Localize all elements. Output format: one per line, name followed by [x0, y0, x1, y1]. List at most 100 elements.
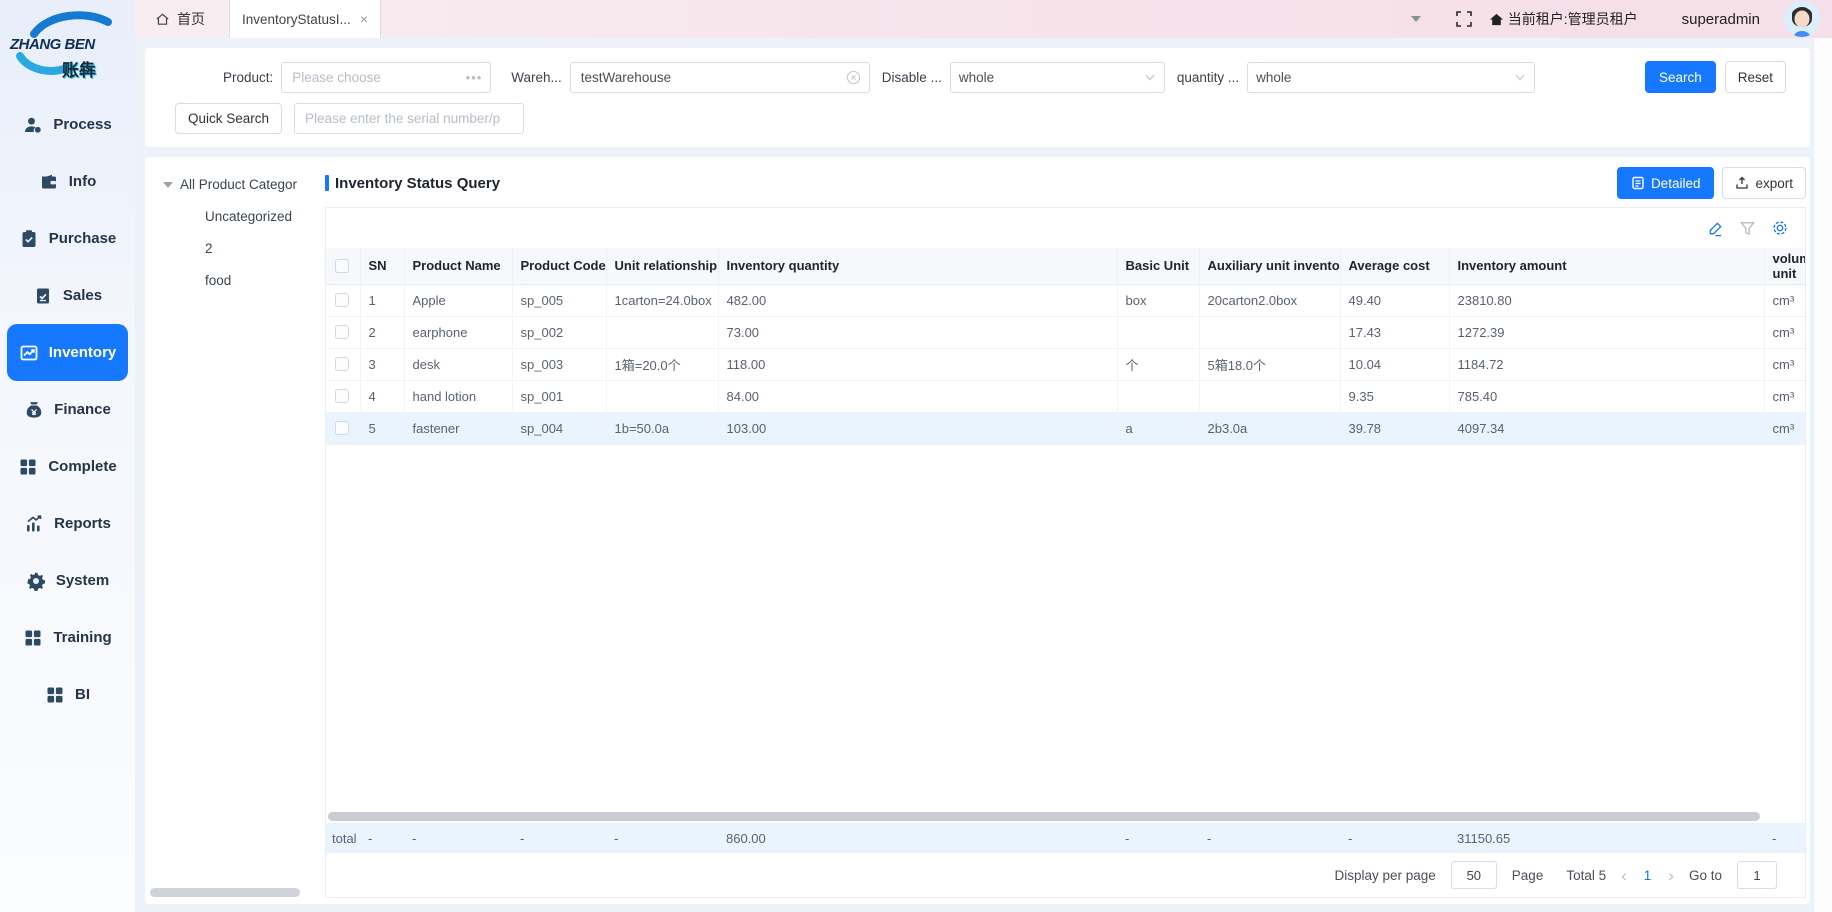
caret-down-icon[interactable]: [163, 182, 173, 188]
avatar[interactable]: [1784, 1, 1820, 37]
page-title: Inventory Status Query: [335, 175, 500, 192]
goto-page-input[interactable]: [1737, 861, 1777, 889]
tree-root-item[interactable]: All Product Categor: [163, 177, 325, 192]
barchart-icon: [24, 514, 44, 534]
table-cell: 个: [1117, 348, 1199, 380]
quick-search-input-field[interactable]: [303, 110, 515, 127]
quantity-select[interactable]: whole: [1247, 62, 1535, 93]
tree-item[interactable]: food: [205, 273, 325, 288]
select-all-checkbox[interactable]: [335, 259, 349, 273]
clipboard-icon: [19, 229, 39, 249]
sidebar-item-reports[interactable]: Reports: [7, 495, 128, 552]
table-row[interactable]: 4hand lotionsp_00184.009.35785.40cm³: [326, 380, 1806, 412]
total-cell: -: [1199, 823, 1340, 853]
product-input[interactable]: •••: [281, 62, 491, 93]
warehouse-input-field[interactable]: [579, 69, 840, 86]
table-row[interactable]: 1Applesp_0051carton=24.0box482.00box20ca…: [326, 284, 1806, 316]
table-cell: cm³: [1764, 348, 1806, 380]
sidebar-item-inventory[interactable]: Inventory: [7, 324, 128, 381]
detailed-button-label: Detailed: [1651, 176, 1701, 191]
close-icon[interactable]: ×: [360, 11, 368, 27]
search-button[interactable]: Search: [1645, 61, 1716, 93]
table-cell: 1184.72: [1449, 348, 1764, 380]
column-header: Inventory amount: [1449, 248, 1764, 284]
total-label: total: [326, 823, 360, 853]
export-button[interactable]: export: [1722, 167, 1806, 199]
sidebar-item-training[interactable]: Training: [7, 609, 128, 666]
filter-panel: Product: ••• Wareh...: [145, 48, 1810, 147]
table-cell: desk: [404, 348, 512, 380]
clear-icon[interactable]: [846, 70, 861, 85]
home-tab-label: 首页: [177, 9, 205, 29]
total-cell: 31150.65: [1449, 823, 1764, 853]
filter-funnel-icon[interactable]: [1739, 220, 1756, 237]
page-size-input[interactable]: [1451, 861, 1497, 889]
table-cell: sp_004: [512, 412, 606, 444]
sidebar-item-label: Process: [53, 116, 111, 133]
table-cell: 1272.39: [1449, 316, 1764, 348]
quick-search-input[interactable]: [294, 103, 524, 134]
next-page-icon[interactable]: ›: [1668, 867, 1674, 884]
sidebar-item-complete[interactable]: Complete: [7, 438, 128, 495]
sidebar-item-info[interactable]: Info: [7, 153, 128, 210]
tree-horizontal-scrollbar[interactable]: [150, 888, 300, 897]
table-cell: sp_002: [512, 316, 606, 348]
tab-inventory-status[interactable]: InventoryStatusI... ×: [229, 0, 381, 38]
tenant-label: 当前租户:管理员租户: [1508, 9, 1638, 29]
reset-button[interactable]: Reset: [1725, 61, 1786, 93]
sidebar-item-bi[interactable]: BI: [7, 666, 128, 723]
table-cell: Apple: [404, 284, 512, 316]
table-cell: 785.40: [1449, 380, 1764, 412]
product-input-field[interactable]: [290, 69, 459, 86]
sidebar-item-purchase[interactable]: Purchase: [7, 210, 128, 267]
chevron-down-icon[interactable]: [1411, 16, 1421, 22]
export-icon: [1735, 176, 1749, 190]
fullscreen-icon[interactable]: [1455, 10, 1473, 28]
table-horizontal-scrollbar[interactable]: [328, 812, 1760, 821]
workspace: Product: ••• Wareh...: [135, 38, 1832, 912]
sidebar-item-finance[interactable]: Finance: [7, 381, 128, 438]
grid-icon: [23, 628, 43, 648]
detailed-button[interactable]: Detailed: [1617, 167, 1715, 199]
ellipsis-icon[interactable]: •••: [466, 70, 483, 85]
table-row[interactable]: 2earphonesp_00273.0017.431272.39cm³: [326, 316, 1806, 348]
table-cell: [1117, 316, 1199, 348]
table-row[interactable]: 5fastenersp_0041b=50.0a103.00a2b3.0a39.7…: [326, 412, 1806, 444]
trend-icon: [19, 343, 39, 363]
sidebar-item-sales[interactable]: Sales: [7, 267, 128, 324]
total-cell: -: [404, 823, 512, 853]
moneybag-icon: [24, 400, 44, 420]
table-header-row: SNProduct NameProduct CodeUnit relations…: [326, 248, 1806, 284]
row-checkbox[interactable]: [335, 325, 349, 339]
export-button-label: export: [1755, 176, 1793, 191]
table-cell: 118.00: [718, 348, 1117, 380]
edit-pencil-icon[interactable]: [1707, 220, 1724, 237]
tree-item[interactable]: 2: [205, 241, 325, 256]
row-checkbox[interactable]: [335, 293, 349, 307]
sidebar-item-system[interactable]: System: [7, 552, 128, 609]
table-cell: 3: [360, 348, 404, 380]
tree-item[interactable]: Uncategorized: [205, 209, 325, 224]
row-checkbox[interactable]: [335, 357, 349, 371]
table-cell: 73.00: [718, 316, 1117, 348]
tenant-info[interactable]: 当前租户:管理员租户: [1489, 9, 1638, 29]
row-checkbox[interactable]: [335, 389, 349, 403]
sidebar-item-process[interactable]: Process: [7, 96, 128, 153]
warehouse-input[interactable]: [570, 62, 870, 93]
page-scrollbar-gutter[interactable]: [1814, 38, 1832, 912]
quick-search-button[interactable]: Quick Search: [175, 103, 282, 134]
current-page[interactable]: 1: [1642, 868, 1654, 883]
column-settings-gear-icon[interactable]: [1771, 219, 1789, 237]
table-cell: cm³: [1764, 412, 1806, 444]
disable-select[interactable]: whole: [950, 62, 1165, 93]
row-checkbox[interactable]: [335, 421, 349, 435]
table-row[interactable]: 3desksp_0031箱=20.0个118.00个5箱18.0个10.0411…: [326, 348, 1806, 380]
column-header: Unit relationship: [606, 248, 718, 284]
table-cell: sp_003: [512, 348, 606, 380]
column-header: Average cost: [1340, 248, 1449, 284]
username[interactable]: superadmin: [1682, 11, 1760, 28]
home-tab[interactable]: 首页: [135, 0, 229, 38]
sidebar-item-label: Sales: [63, 287, 102, 304]
total-count-label: Total 5: [1566, 868, 1606, 883]
prev-page-icon[interactable]: ‹: [1621, 867, 1627, 884]
